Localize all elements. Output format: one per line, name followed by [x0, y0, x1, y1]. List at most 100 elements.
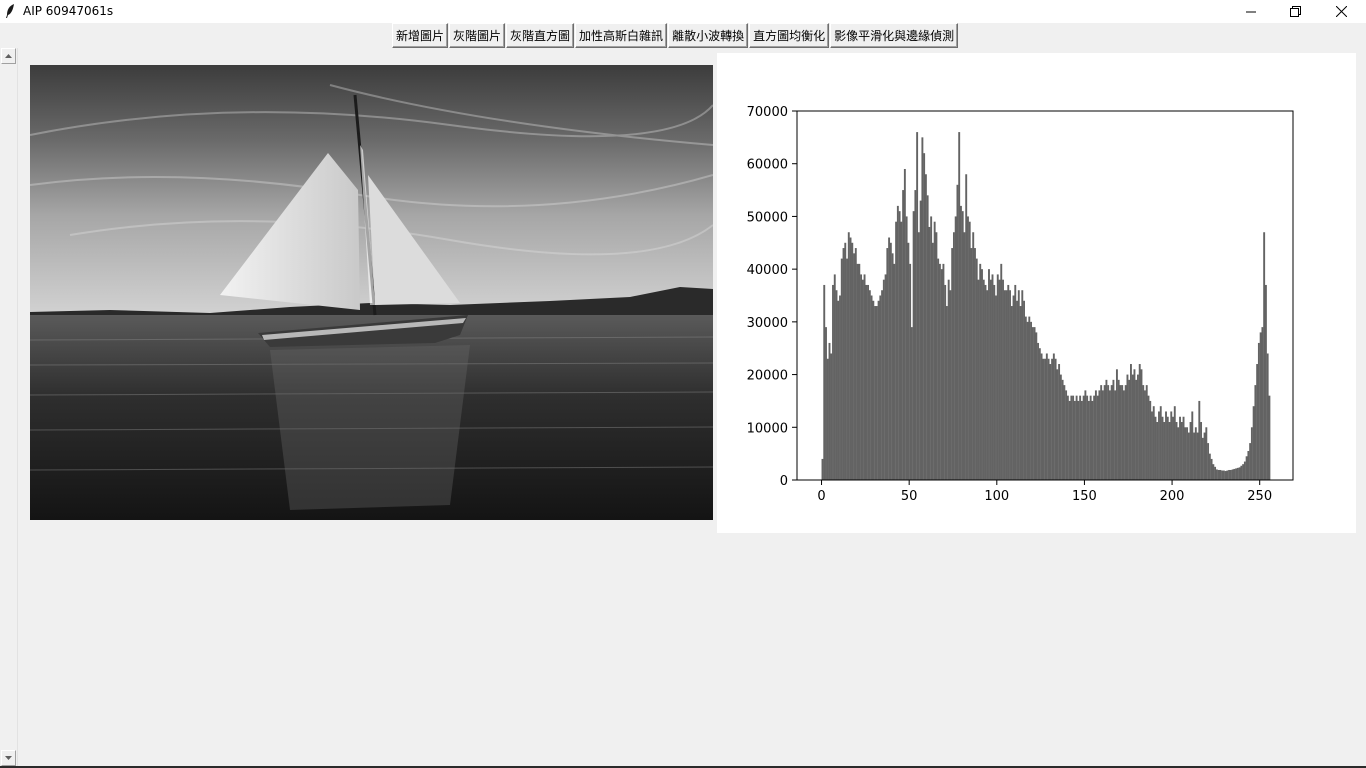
vertical-scrollbar[interactable]	[0, 48, 18, 768]
histogram-bar	[1122, 390, 1125, 480]
wavelet-transform-button[interactable]: 離散小波轉換	[668, 23, 749, 48]
histogram-bar	[1224, 471, 1227, 480]
histogram-bar	[1077, 400, 1080, 480]
histogram-bar	[1221, 470, 1224, 480]
histogram-bar	[1019, 306, 1022, 480]
histogram-bar	[861, 279, 864, 480]
histogram-bar	[938, 263, 941, 480]
y-tick-label: 50000	[747, 210, 788, 225]
histogram-bar	[1203, 432, 1206, 480]
histogram-bars	[821, 132, 1271, 481]
histogram-bar	[1073, 400, 1076, 480]
histogram-bar	[837, 300, 840, 480]
histogram-bar	[965, 174, 968, 480]
histogram-bar	[1024, 316, 1027, 480]
histogram-bar	[823, 284, 826, 480]
histogram-bar	[944, 284, 947, 480]
histogram-bar	[940, 269, 943, 480]
histogram-bar	[886, 248, 889, 480]
y-tick-label: 20000	[747, 369, 788, 384]
histogram-bar	[1161, 416, 1164, 480]
y-tick-label: 70000	[747, 105, 788, 120]
histogram-bar	[1154, 416, 1157, 480]
histogram-bar	[1219, 469, 1222, 480]
close-button[interactable]	[1318, 0, 1364, 23]
histogram-bar	[996, 274, 999, 480]
feather-icon	[4, 3, 16, 19]
histogram-bar	[1000, 263, 1003, 480]
histogram-bar	[1217, 469, 1220, 480]
histogram-bar	[1003, 290, 1006, 480]
histogram-bar	[1131, 374, 1134, 480]
histogram-bar	[1147, 395, 1150, 480]
histogram-bar	[967, 216, 969, 480]
grayscale-image-button[interactable]: 灰階圖片	[449, 23, 506, 48]
histogram-bar	[1210, 458, 1213, 480]
x-tick-label: 250	[1247, 489, 1272, 504]
histogram-bar	[1033, 327, 1036, 480]
y-tick-label: 60000	[747, 158, 788, 173]
histogram-bar	[956, 184, 959, 481]
gaussian-noise-button[interactable]: 加性高斯白雜訊	[575, 23, 668, 48]
histogram-bar	[961, 211, 964, 480]
histogram-bar	[865, 284, 868, 480]
histogram-bar	[1182, 416, 1185, 480]
histogram-bar	[840, 258, 843, 480]
histogram-bar	[1191, 411, 1194, 480]
histogram-bar	[863, 274, 866, 480]
histogram-bar	[870, 295, 873, 480]
histogram-bar	[1240, 465, 1243, 480]
histogram-bar	[1172, 416, 1174, 480]
histogram-bar	[1082, 395, 1085, 480]
scroll-down-button[interactable]	[1, 750, 16, 766]
histogram-bar	[1264, 284, 1267, 480]
histogram-bar	[1165, 411, 1167, 480]
histogram-chart: 0 50 100 150 200 250 0 10000 20000 30000 40000 500…	[717, 53, 1356, 533]
histogram-bar	[1040, 353, 1043, 480]
toolbar: 新增圖片 灰階圖片 灰階直方圖 加性高斯白雜訊 離散小波轉換 直方圖均衡化 影像…	[392, 23, 959, 48]
histogram-bar	[1070, 395, 1073, 480]
histogram-bar	[1065, 390, 1068, 480]
histogram-bar	[1126, 374, 1129, 480]
histogram-bar	[1177, 427, 1180, 480]
histogram-bar	[902, 190, 905, 481]
histogram-bar	[1072, 395, 1075, 480]
grayscale-histogram-button[interactable]: 灰階直方圖	[506, 23, 575, 48]
histogram-bar	[1061, 379, 1064, 480]
histogram-bar	[1184, 427, 1187, 480]
histogram-bar	[1124, 385, 1127, 480]
histogram-bar	[1031, 327, 1034, 480]
histogram-equalization-button[interactable]: 直方圖均衡化	[749, 23, 830, 48]
histogram-bar	[1103, 385, 1106, 480]
smoothing-edge-detection-button[interactable]: 影像平滑化與邊緣偵測	[830, 23, 959, 48]
histogram-bar	[1268, 395, 1271, 480]
histogram-bar	[842, 248, 845, 480]
histogram-bar	[935, 232, 938, 480]
histogram-bar	[1205, 427, 1208, 480]
histogram-bar	[849, 237, 852, 480]
histogram-bar	[954, 216, 957, 480]
histogram-bar	[937, 258, 940, 480]
histogram-bar	[1105, 379, 1108, 480]
histogram-bar	[1047, 358, 1050, 480]
window-title: AIP 60947061s	[23, 4, 114, 18]
histogram-bar	[889, 242, 892, 480]
add-image-button[interactable]: 新增圖片	[392, 23, 449, 48]
histogram-bar	[1200, 422, 1203, 480]
histogram-bar	[903, 168, 906, 480]
histogram-bar	[1021, 290, 1024, 480]
histogram-bar	[821, 458, 824, 480]
x-tick-label: 150	[1072, 489, 1097, 504]
histogram-bar	[888, 237, 891, 480]
x-tick-label: 200	[1160, 489, 1185, 504]
histogram-bar	[1145, 385, 1148, 480]
scroll-up-button[interactable]	[1, 48, 16, 64]
histogram-bar	[1159, 406, 1162, 480]
minimize-button[interactable]	[1228, 0, 1274, 23]
histogram-bar	[1080, 400, 1083, 480]
histogram-bar	[1252, 406, 1255, 480]
histogram-bar	[993, 284, 996, 480]
restore-button[interactable]	[1272, 0, 1318, 23]
histogram-bar	[959, 205, 962, 480]
histogram-bar	[1035, 332, 1038, 480]
